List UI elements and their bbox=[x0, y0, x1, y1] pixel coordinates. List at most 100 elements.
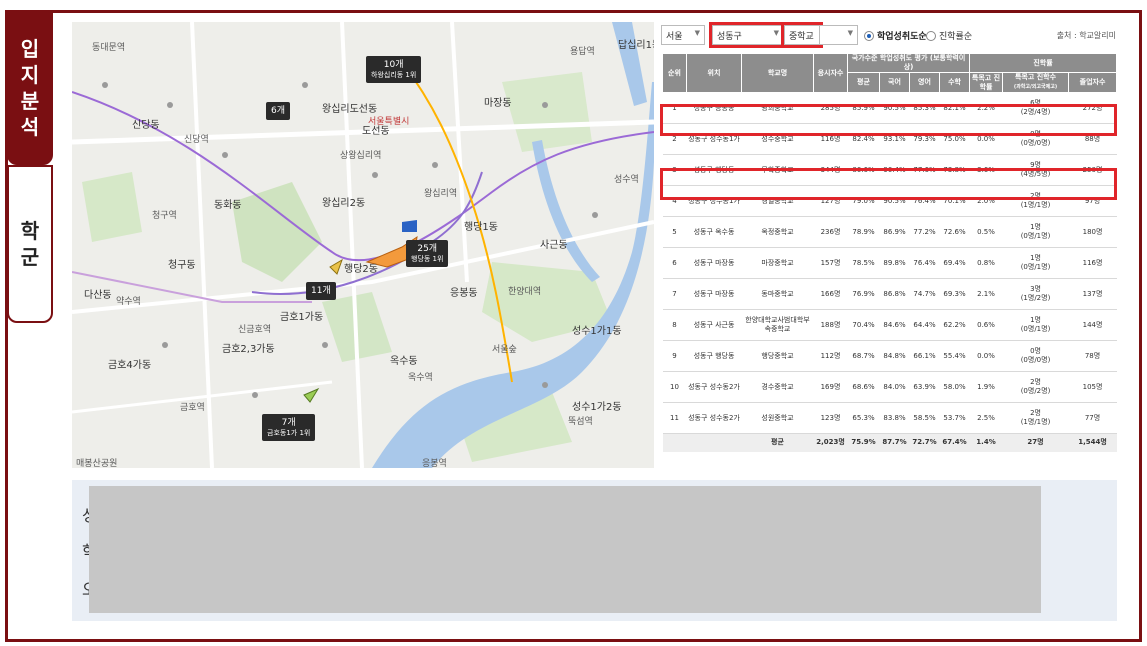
cell-eng: 64.4% bbox=[909, 309, 940, 341]
table-average-row: 평균 2,023명 75.9% 87.7% 72.7% 67.4% 1.4% 2… bbox=[662, 433, 1117, 452]
map-count-badge[interactable]: 6개 bbox=[266, 102, 291, 120]
district-map[interactable]: 왕십리도선동 행당1동 행당2동 사근동 금호1가동 옥수동 마장동 왕십리2동… bbox=[72, 22, 654, 468]
cell-rate: 0.6% bbox=[969, 309, 1003, 341]
cell-math: 69.4% bbox=[939, 247, 970, 279]
table-row[interactable]: 6 성동구 마장동 마장중학교 157명 78.5% 89.8% 76.4% 69.4% 0.8… bbox=[662, 247, 1117, 279]
map-count-badge[interactable]: 7개 금호동1가 1위 bbox=[262, 414, 316, 441]
map-label: 용답역 bbox=[570, 47, 595, 57]
map-label: 다산동 bbox=[84, 290, 112, 301]
map-label: 옥수동 bbox=[390, 356, 418, 367]
badge-sub: 행당동 1위 bbox=[411, 255, 444, 263]
map-label: 뚝섬역 bbox=[568, 417, 593, 427]
header-avg: 평균 bbox=[847, 72, 880, 93]
tab-label-char: 석 bbox=[20, 114, 40, 139]
sort-by-progress-radio[interactable]: 진학률순 bbox=[926, 29, 972, 42]
cell-test: 169명 bbox=[813, 371, 848, 403]
map-poi bbox=[222, 152, 228, 158]
highlight-rank-1 bbox=[660, 104, 1117, 136]
region-select[interactable]: 서울 ▼ bbox=[661, 25, 705, 45]
tab-location-analysis[interactable]: 입 지 분 석 bbox=[7, 10, 53, 165]
table-row[interactable]: 7 성동구 마장동 동마중학교 166명 76.9% 86.8% 74.7% 69.3% 2.1… bbox=[662, 278, 1117, 310]
map-poi bbox=[302, 82, 308, 88]
special-count-breakdown: (0명/1명) bbox=[1020, 263, 1051, 271]
tab-label-char: 지 bbox=[20, 62, 40, 87]
map-poi bbox=[252, 392, 258, 398]
cell-math: 58.0% bbox=[939, 371, 970, 403]
map-poi bbox=[102, 82, 108, 88]
cell-count: 2명 (0명/2명) bbox=[1002, 371, 1069, 403]
map-count-badge[interactable]: 10개 하왕십리동 1위 bbox=[366, 56, 422, 83]
map-label: 상왕십리역 bbox=[340, 151, 382, 161]
header-special-rate: 특목고 진학률 bbox=[969, 72, 1004, 93]
cell-location: 성동구 마장동 bbox=[686, 278, 742, 310]
region-select-value: 서울 bbox=[666, 32, 683, 42]
map-label: 동화동 bbox=[214, 200, 242, 211]
average-cell: 1.4% bbox=[969, 433, 1003, 452]
map-label: 성수1가1동 bbox=[572, 326, 622, 337]
cell-grad: 78명 bbox=[1068, 340, 1117, 372]
sort-by-achievement-radio[interactable]: 학업성취도순 bbox=[864, 29, 927, 42]
badge-count: 11개 bbox=[311, 286, 331, 296]
average-label: 평균 bbox=[741, 433, 814, 452]
cell-count: 1명 (0명/1명) bbox=[1002, 309, 1069, 341]
cell-kor: 86.9% bbox=[879, 216, 910, 248]
header-school: 학교명 bbox=[741, 53, 814, 93]
map-label: 성수역 bbox=[614, 175, 639, 185]
table-row[interactable]: 10 성동구 성수동2가 경수중학교 169명 68.6% 84.0% 63.9% 58.0%… bbox=[662, 371, 1117, 403]
average-cell: 2,023명 bbox=[813, 433, 848, 452]
map-label: 금호역 bbox=[180, 403, 205, 413]
cell-test: 236명 bbox=[813, 216, 848, 248]
cell-avg: 76.9% bbox=[847, 278, 880, 310]
cell-rank: 10 bbox=[662, 371, 687, 403]
map-label: 신금호역 bbox=[238, 325, 272, 335]
table-row[interactable]: 8 성동구 사근동 한양대학교사범대학부속중학교 188명 70.4% 84.6% 64.4… bbox=[662, 309, 1117, 341]
school-level-dropdown[interactable]: ▼ bbox=[820, 25, 858, 45]
average-cell: 87.7% bbox=[879, 433, 910, 452]
map-label: 행당1동 bbox=[464, 222, 498, 233]
cell-avg: 68.7% bbox=[847, 340, 880, 372]
badge-sub: 하왕십리동 1위 bbox=[371, 71, 417, 79]
header-graduates: 졸업자수 bbox=[1068, 72, 1118, 93]
table-row[interactable]: 11 성동구 성수동2가 성원중학교 123명 65.3% 83.8% 58.5% 53.7%… bbox=[662, 402, 1117, 434]
header-special-count: 특목고 진학수 (과학고/외고국제고) bbox=[1002, 72, 1070, 93]
map-label: 동대문역 bbox=[92, 43, 126, 53]
cell-grad: 77명 bbox=[1068, 402, 1117, 434]
map-label: 왕십리2동 bbox=[322, 198, 366, 209]
header-math: 수학 bbox=[938, 72, 971, 93]
cell-rank: 7 bbox=[662, 278, 687, 310]
cell-rank: 5 bbox=[662, 216, 687, 248]
map-label: 신당역 bbox=[184, 135, 209, 145]
school-level-select[interactable]: 중학교 bbox=[781, 22, 823, 48]
cell-math: 55.4% bbox=[939, 340, 970, 372]
special-count-value: 1명 bbox=[1030, 223, 1041, 231]
map-count-badge[interactable]: 25개 행당동 1위 bbox=[406, 240, 449, 267]
header-korean: 국어 bbox=[879, 72, 910, 93]
map-poi bbox=[542, 102, 548, 108]
header-rank: 순위 bbox=[662, 53, 687, 93]
cell-test: 188명 bbox=[813, 309, 848, 341]
tab-school-district[interactable]: 학 군 bbox=[7, 165, 53, 323]
badge-sub: 금호동1가 1위 bbox=[267, 429, 311, 437]
header-progress-group: 진학률 bbox=[969, 53, 1118, 73]
map-label: 서울특별시 bbox=[368, 117, 410, 127]
cell-kor: 86.8% bbox=[879, 278, 910, 310]
cell-kor: 83.8% bbox=[879, 402, 910, 434]
table-row[interactable]: 5 성동구 옥수동 옥정중학교 236명 78.9% 86.9% 77.2% 72.6% 0.5… bbox=[662, 216, 1117, 248]
special-count-breakdown: (1명/1명) bbox=[1020, 418, 1051, 426]
cell-rate: 2.5% bbox=[969, 402, 1003, 434]
special-count-breakdown: (0명/0명) bbox=[1020, 356, 1051, 364]
map-count-badge[interactable]: 11개 bbox=[306, 282, 336, 300]
map-label: 청구역 bbox=[152, 211, 177, 221]
chevron-down-icon: ▼ bbox=[773, 29, 779, 37]
cell-rank: 11 bbox=[662, 402, 687, 434]
cell-school: 행당중학교 bbox=[741, 340, 814, 372]
chevron-down-icon: ▼ bbox=[694, 29, 700, 37]
district-select[interactable]: 성동구 ▼ bbox=[709, 22, 787, 48]
header-special-count-sub: (과학고/외고국제고) bbox=[1013, 84, 1058, 90]
cell-math: 72.6% bbox=[939, 216, 970, 248]
chevron-down-icon: ▼ bbox=[847, 29, 853, 37]
special-count-value: 2명 bbox=[1030, 378, 1041, 386]
table-row[interactable]: 9 성동구 행당동 행당중학교 112명 68.7% 84.8% 66.1% 55.4% 0.0… bbox=[662, 340, 1117, 372]
filter-bar: 서울 ▼ 성동구 ▼ 중학교 ▼ 학업성취도순 진학률순 출처 : 학교알리미 bbox=[661, 22, 1116, 48]
map-label: 사근동 bbox=[540, 240, 568, 251]
